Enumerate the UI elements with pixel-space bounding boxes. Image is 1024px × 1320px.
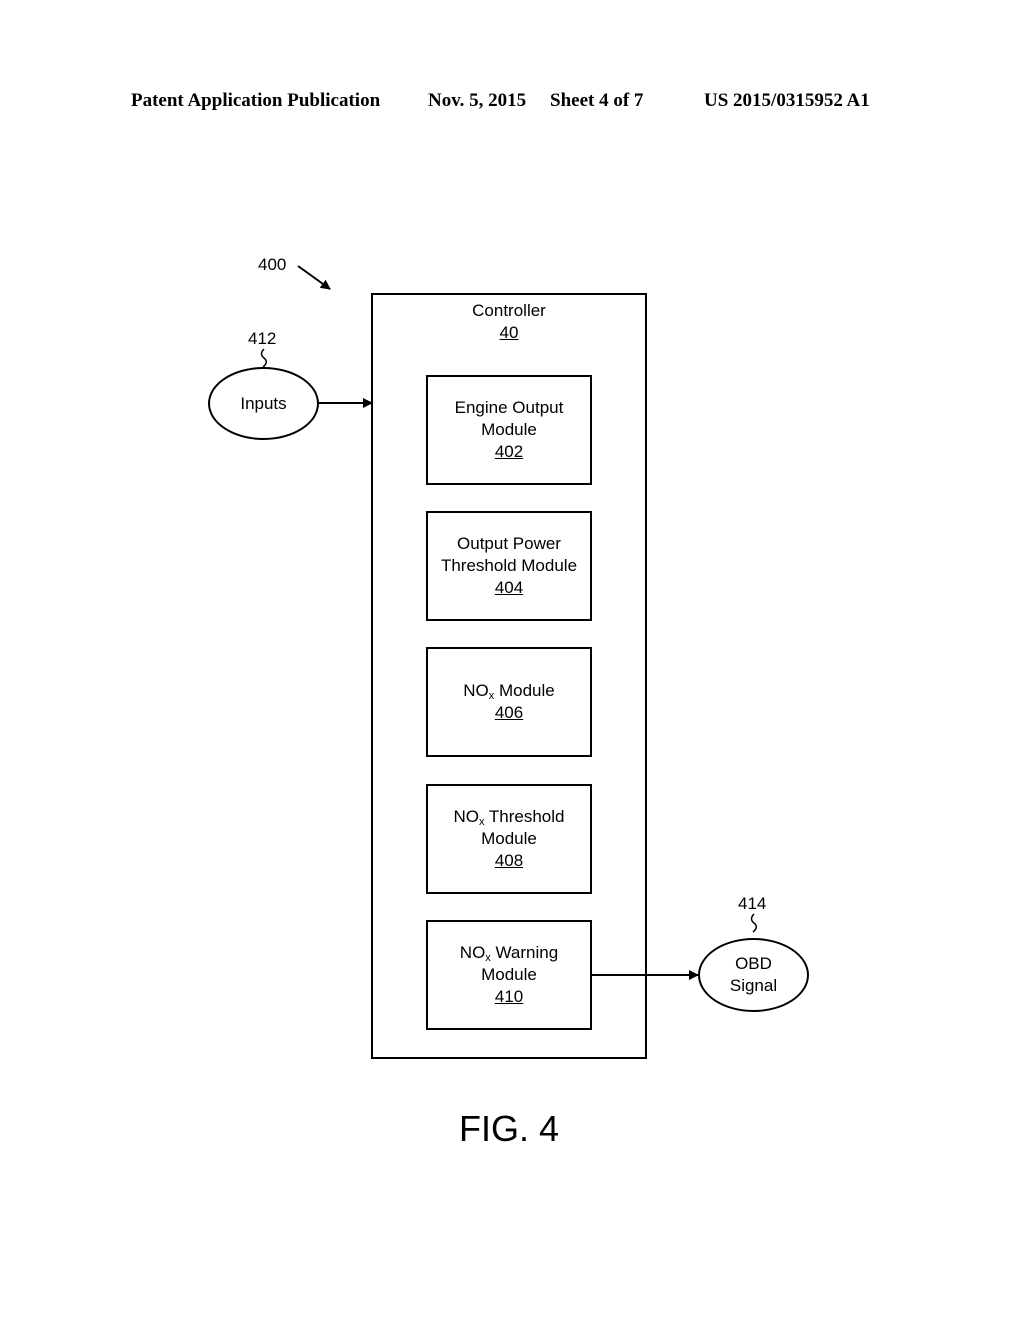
inputs-label: Inputs bbox=[240, 393, 287, 413]
module-label: Module bbox=[481, 420, 537, 439]
nox-threshold-module: NOx Threshold Module 408 bbox=[426, 784, 592, 894]
ref-400-label: 400 bbox=[258, 255, 287, 274]
nox-warning-module: NOx Warning Module 410 bbox=[426, 920, 592, 1030]
nox-module: NOx Module 406 bbox=[426, 647, 592, 757]
ref-412-label: 412 bbox=[248, 329, 277, 348]
inputs-ellipse: Inputs bbox=[208, 367, 319, 440]
module-ref: 408 bbox=[494, 851, 524, 870]
leader-412 bbox=[260, 348, 267, 368]
module-label: Module bbox=[481, 965, 537, 984]
obd-label: Signal bbox=[729, 976, 778, 995]
module-label: Threshold Module bbox=[440, 556, 578, 575]
module-label: Module bbox=[481, 829, 537, 848]
module-label: Output Power bbox=[457, 534, 561, 553]
obd-label: OBD bbox=[735, 954, 772, 973]
module-label: Engine Output bbox=[454, 398, 564, 417]
controller-label: Controller bbox=[472, 301, 546, 320]
ref-414-label: 414 bbox=[738, 894, 767, 913]
leader-414 bbox=[750, 913, 757, 933]
module-ref: 406 bbox=[494, 703, 524, 722]
ref-400-arrow bbox=[297, 265, 331, 290]
module-label: NOx Warning bbox=[459, 943, 559, 964]
module-ref: 410 bbox=[494, 987, 524, 1006]
module-ref: 404 bbox=[494, 578, 524, 597]
obd-signal-ellipse: OBD Signal bbox=[698, 938, 809, 1012]
module-label: NOx Module bbox=[463, 681, 555, 702]
module-label: NOx Threshold bbox=[453, 807, 565, 828]
controller-ref: 40 bbox=[499, 323, 519, 342]
output-power-threshold-module: Output Power Threshold Module 404 bbox=[426, 511, 592, 621]
figure-label: FIG. 4 bbox=[458, 1108, 560, 1149]
engine-output-module: Engine Output Module 402 bbox=[426, 375, 592, 485]
module-ref: 402 bbox=[494, 442, 524, 461]
